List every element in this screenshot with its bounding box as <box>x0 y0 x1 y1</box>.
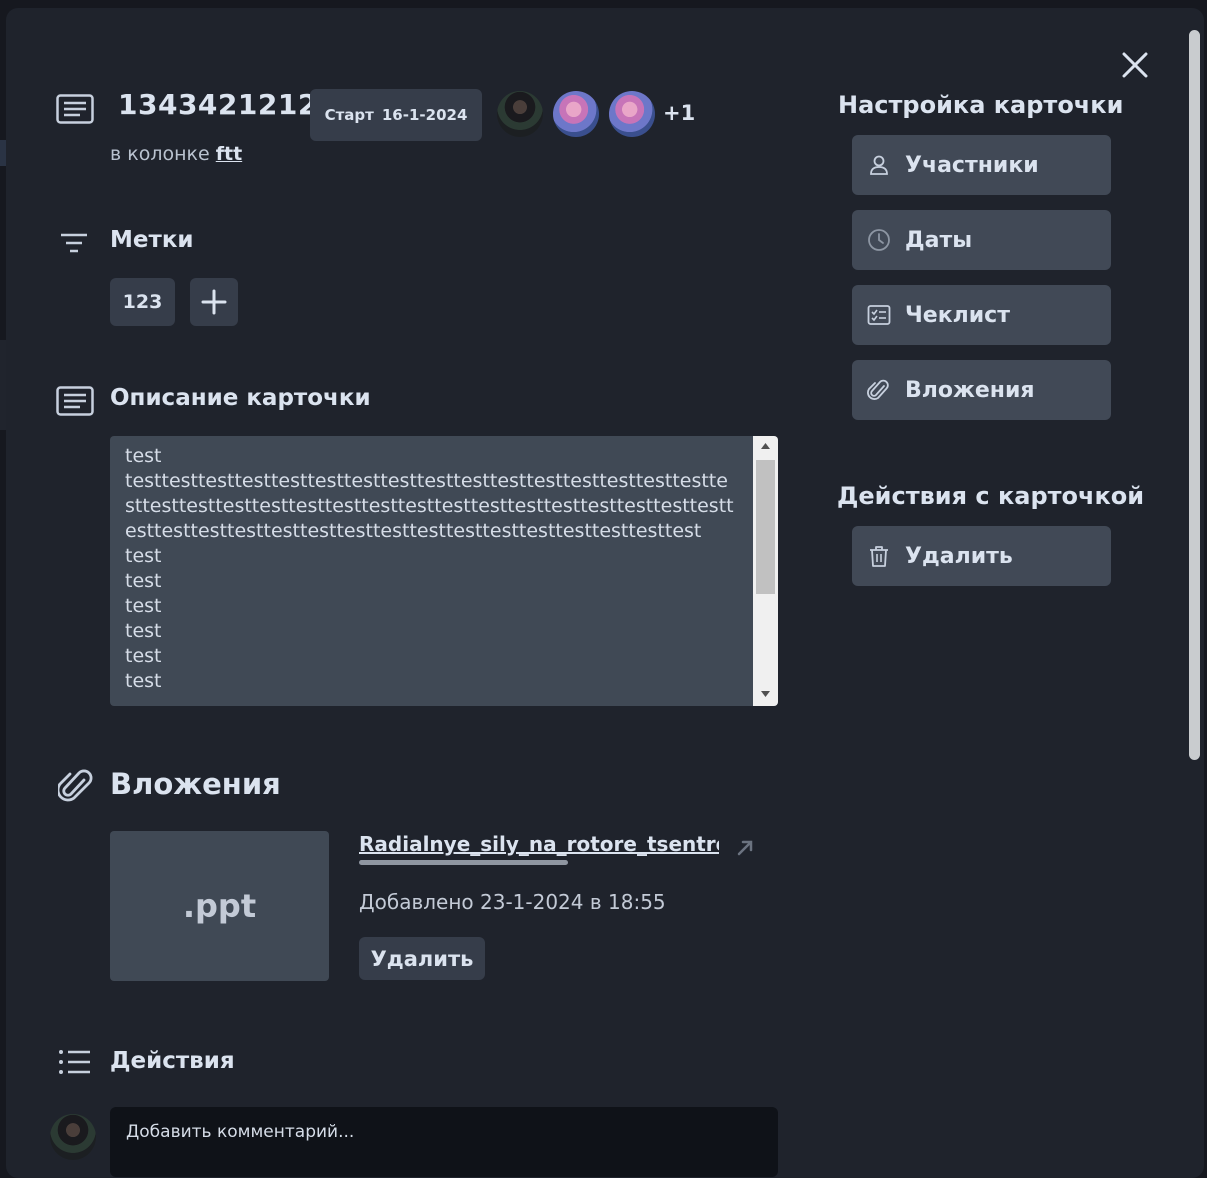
filter-icon <box>59 232 89 258</box>
attachment-thumbnail[interactable]: .ppt <box>110 831 329 981</box>
delete-card-button-label: Удалить <box>905 543 1013 569</box>
comment-input[interactable] <box>124 1111 768 1153</box>
scroll-thumb[interactable] <box>756 460 775 594</box>
close-icon <box>1122 52 1148 78</box>
activity-title: Действия <box>110 1048 235 1074</box>
label-chip[interactable]: 123 <box>110 278 175 326</box>
clock-icon <box>868 229 890 251</box>
description-text: test testtesttesttesttesttesttesttesttes… <box>125 445 734 692</box>
member-avatar[interactable] <box>609 91 655 137</box>
attachment-delete-button[interactable]: Удалить <box>359 937 485 980</box>
start-date-value: 16-1-2024 <box>381 106 468 124</box>
plus-icon <box>201 289 227 315</box>
start-date-badge[interactable]: Старт 16-1-2024 <box>310 89 482 141</box>
delete-card-button[interactable]: Удалить <box>852 526 1111 586</box>
column-prefix: в колонке <box>110 143 210 165</box>
add-label-button[interactable] <box>190 278 238 326</box>
settings-title: Настройка карточки <box>838 91 1124 119</box>
list-icon <box>58 1049 92 1079</box>
checklist-button[interactable]: Чеклист <box>852 285 1111 345</box>
column-link[interactable]: ftt <box>216 143 242 165</box>
actions-title: Действия с карточкой <box>837 482 1145 510</box>
scroll-up-icon[interactable] <box>760 442 771 450</box>
paperclip-icon <box>867 379 889 400</box>
checklist-button-label: Чеклист <box>905 302 1010 328</box>
current-user-avatar <box>50 1114 96 1160</box>
member-avatar[interactable] <box>497 91 543 137</box>
user-icon <box>870 155 888 175</box>
start-date-label: Старт <box>324 106 374 124</box>
attachments-button[interactable]: Вложения <box>852 360 1111 420</box>
more-members-count[interactable]: +1 <box>663 101 695 125</box>
description-textarea[interactable]: test testtesttesttesttesttesttesttesttes… <box>110 436 778 706</box>
description-icon <box>56 386 94 420</box>
dates-button-label: Даты <box>905 227 973 253</box>
description-scrollbar[interactable] <box>753 436 778 706</box>
labels-title: Метки <box>110 227 194 253</box>
attachments-title: Вложения <box>110 767 281 801</box>
checklist-icon <box>867 305 891 325</box>
members-button[interactable]: Участники <box>852 135 1111 195</box>
paperclip-icon <box>56 766 94 810</box>
card-title-icon <box>56 94 94 124</box>
scroll-down-icon[interactable] <box>760 690 771 698</box>
description-title: Описание карточки <box>110 385 371 411</box>
close-button[interactable] <box>1120 50 1150 80</box>
attachments-button-label: Вложения <box>905 377 1035 403</box>
modal-scrollbar[interactable] <box>1189 30 1200 760</box>
attachment-name-link[interactable]: Radialnye_sily_na_rotore_tsentrobezhnogo <box>359 832 719 856</box>
dates-button[interactable]: Даты <box>852 210 1111 270</box>
card-modal: 1343421212 Старт 16-1-2024 +1 в колонке … <box>6 8 1204 1178</box>
attachment-added-date: Добавлено 23-1-2024 в 18:55 <box>359 890 666 914</box>
members-button-label: Участники <box>905 152 1039 178</box>
card-title[interactable]: 1343421212 <box>118 88 318 121</box>
attachment-progress-bar <box>359 860 568 865</box>
member-avatar[interactable] <box>553 91 599 137</box>
open-external-icon[interactable] <box>735 838 755 862</box>
trash-icon <box>870 546 888 567</box>
column-info: в колонке ftt <box>110 143 242 165</box>
comment-box[interactable] <box>110 1107 778 1177</box>
